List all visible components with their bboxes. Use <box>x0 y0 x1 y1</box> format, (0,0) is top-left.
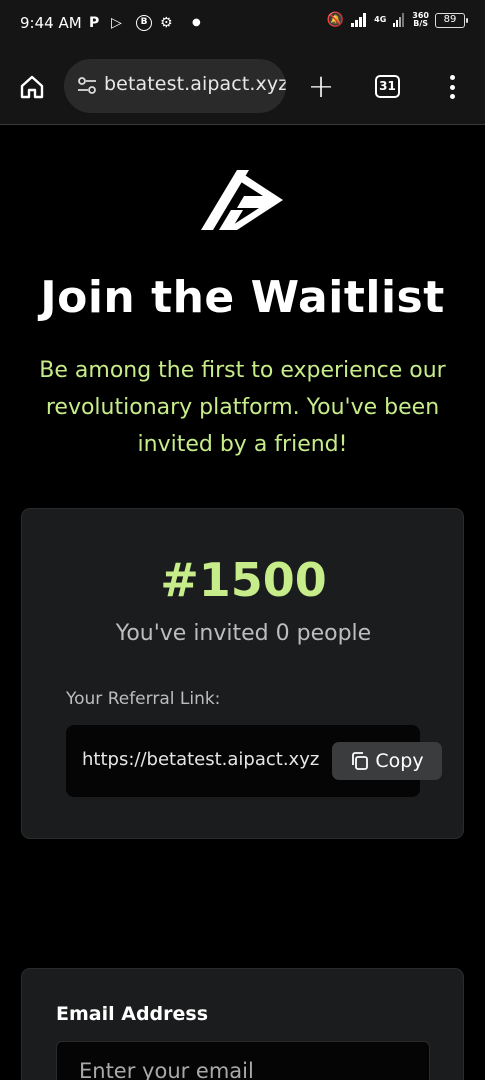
network-type: 4G <box>374 15 387 24</box>
gear-icon: ⚙ <box>160 15 173 31</box>
page-title: Join the Waitlist <box>40 272 445 323</box>
net-speed: 360 B/S <box>412 11 429 28</box>
signal-icon <box>351 13 367 27</box>
url-text: betatest.aipact.xyz <box>104 73 286 95</box>
copy-label: Copy <box>375 750 424 772</box>
home-button[interactable] <box>14 70 50 104</box>
aipact-logo <box>201 170 283 230</box>
home-icon <box>20 75 44 99</box>
status-bar: 9:44 AM P ▷ B ⚙ ● 🔕 4G 360 B/S 89 <box>0 0 485 48</box>
site-settings-icon[interactable] <box>76 75 98 97</box>
copy-icon <box>352 752 369 770</box>
copy-button[interactable]: Copy <box>332 742 442 780</box>
new-tab-button[interactable]: + <box>306 70 336 102</box>
referral-link[interactable]: https://betatest.aipact.xyz <box>82 749 326 770</box>
status-time: 9:44 AM <box>20 14 82 32</box>
dot-icon: ● <box>192 17 201 28</box>
b-notification-icon: ▷ <box>111 15 122 31</box>
referral-link-box: https://betatest.aipact.xyz Copy <box>66 725 442 797</box>
p-notification-icon: P <box>89 15 100 31</box>
browser-menu-button[interactable] <box>440 72 464 102</box>
email-input[interactable] <box>56 1041 430 1080</box>
tab-switcher-button[interactable]: 31 <box>375 75 400 98</box>
b-circle-notification-icon: B <box>136 15 152 31</box>
browser-toolbar: betatest.aipact.xyz + 31 <box>0 48 485 125</box>
email-label: Email Address <box>56 1003 209 1025</box>
signup-card: Email Address <box>21 968 464 1080</box>
battery-icon: 89 <box>435 12 468 28</box>
waitlist-rank: #1500 <box>160 553 327 607</box>
mute-icon: 🔕 <box>326 12 345 28</box>
status-right: 🔕 4G 360 B/S 89 <box>326 11 468 28</box>
referral-card: #1500 You've invited 0 people Your Refer… <box>21 508 464 839</box>
invited-count: You've invited 0 people <box>115 621 372 646</box>
referral-label: Your Referral Link: <box>66 689 221 709</box>
address-bar[interactable]: betatest.aipact.xyz <box>64 59 286 113</box>
page-subtitle: Be among the first to experience our rev… <box>39 358 446 457</box>
signal-icon-2 <box>393 13 405 27</box>
